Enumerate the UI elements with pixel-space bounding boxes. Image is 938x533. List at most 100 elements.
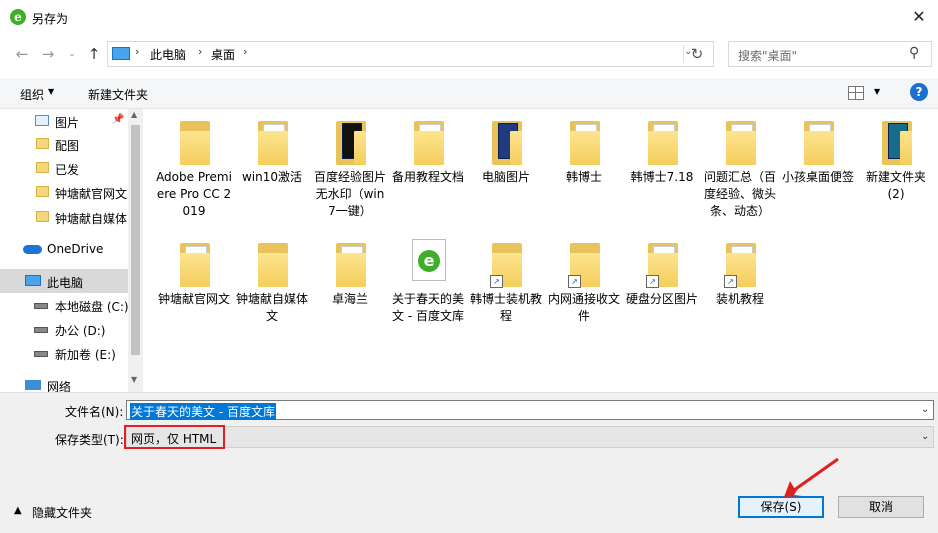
sidebar-item-label: 钟塘献自媒体 — [55, 212, 128, 226]
breadcrumb-this-pc[interactable]: 此电脑 — [150, 46, 186, 63]
sidebar-item-label: 办公 (D:) — [55, 324, 106, 338]
caret-up-icon[interactable]: ▲ — [14, 505, 22, 516]
computer-icon — [25, 275, 41, 286]
scroll-up-icon[interactable]: ▲ — [131, 110, 137, 119]
sidebar-item-onedrive[interactable]: OneDrive — [0, 238, 128, 260]
file-item[interactable]: 问题汇总（百度经验、微头条、动态） — [702, 109, 778, 237]
sidebar-item-drive-d[interactable]: 办公 (D:) — [0, 318, 128, 340]
file-item[interactable]: 韩博士 — [546, 109, 622, 237]
file-name: 备用教程文档 — [391, 170, 464, 184]
file-name: 内网通接收文件 — [547, 292, 620, 323]
recent-dropdown-icon[interactable]: ⌄ — [62, 44, 82, 64]
folder-icon — [414, 121, 444, 165]
sidebar-item-guanwang[interactable]: 钟塘献官网文 — [0, 181, 128, 203]
chevron-right-icon[interactable]: › — [243, 45, 247, 58]
file-name: 装机教程 — [715, 292, 764, 306]
breadcrumb-desktop[interactable]: 桌面 — [211, 46, 235, 63]
file-item[interactable]: e 关于春天的美文 - 百度文库 — [390, 231, 466, 341]
file-item[interactable]: win10激活 — [234, 109, 310, 237]
chevron-down-icon[interactable]: ⌄ — [921, 404, 929, 415]
address-bar[interactable]: › 此电脑 › 桌面 › ⌄ — [107, 41, 714, 67]
file-item[interactable]: ↗ 内网通接收文件 — [546, 231, 622, 341]
file-item[interactable]: 韩博士7.18 — [624, 109, 700, 237]
folder-dark-icon — [336, 121, 366, 165]
file-item[interactable]: 小孩桌面便签 — [780, 109, 856, 237]
caret-down-icon[interactable]: ▼ — [874, 87, 880, 96]
file-item[interactable]: 电脑图片 — [468, 109, 544, 237]
pin-icon[interactable]: 📌 — [112, 114, 124, 125]
file-item[interactable]: 百度经验图片无水印（win7一键） — [312, 109, 388, 237]
computer-icon — [112, 47, 130, 60]
file-name: 韩博士装机教程 — [469, 292, 542, 323]
filename-input[interactable]: 关于春天的美文 - 百度文库 ⌄ — [126, 400, 934, 420]
view-options-icon[interactable] — [848, 86, 864, 100]
sidebar-item-label: 已发 — [55, 163, 80, 177]
search-icon: ⚲ — [909, 45, 920, 61]
search-input[interactable]: 搜索"桌面" ⚲ — [728, 41, 932, 67]
sidebar-item-zimeiti[interactable]: 钟塘献自媒体 — [0, 206, 128, 228]
sidebar-item-yifa[interactable]: 已发 — [0, 157, 128, 179]
caret-down-icon[interactable]: ▼ — [48, 87, 54, 96]
close-button[interactable]: ✕ — [904, 4, 934, 30]
file-item[interactable]: ↗ 装机教程 — [702, 231, 778, 341]
sidebar-item-label: 网络 — [47, 380, 72, 392]
file-item[interactable]: ↗ 硬盘分区图片 — [624, 231, 700, 341]
file-item[interactable]: ↗ 韩博士装机教程 — [468, 231, 544, 341]
sidebar-item-network[interactable]: 网络 — [0, 374, 128, 392]
file-name: win10激活 — [241, 170, 303, 184]
sidebar-item-this-pc[interactable]: 此电脑 — [0, 269, 128, 293]
filename-value[interactable]: 关于春天的美文 - 百度文库 — [130, 403, 276, 420]
file-item[interactable]: 备用教程文档 — [390, 109, 466, 237]
folder-icon — [36, 162, 49, 173]
cancel-button[interactable]: 取消 — [838, 496, 924, 518]
sidebar-item-label: 钟塘献官网文 — [55, 187, 128, 201]
file-name: 电脑图片 — [481, 170, 530, 184]
shortcut-arrow-icon: ↗ — [724, 275, 737, 288]
chevron-right-icon[interactable]: › — [198, 45, 202, 58]
sidebar-item-pictures[interactable]: 图片 📌 — [0, 110, 128, 132]
file-name: 钟塘献自媒体文 — [235, 292, 308, 323]
file-item[interactable]: 钟塘献官网文 — [156, 231, 232, 341]
organize-button[interactable]: 组织 — [20, 86, 44, 103]
file-item[interactable]: 卓海兰 — [312, 231, 388, 341]
folder-icon — [36, 138, 49, 149]
scroll-down-icon[interactable]: ▼ — [131, 375, 137, 384]
hide-folders-toggle[interactable]: 隐藏文件夹 — [32, 504, 92, 521]
file-item[interactable]: Adobe Premiere Pro CC 2019 — [156, 109, 232, 237]
forward-icon[interactable]: → — [38, 44, 58, 64]
file-item[interactable]: 钟塘献自媒体文 — [234, 231, 310, 341]
help-icon[interactable]: ? — [910, 83, 928, 101]
file-name: Adobe Premiere Pro CC 2019 — [156, 170, 232, 218]
folder-icon — [180, 243, 210, 287]
folder-icon — [648, 121, 678, 165]
chevron-down-icon[interactable]: ⌄ — [921, 431, 929, 442]
back-icon[interactable]: ← — [12, 44, 32, 64]
chevron-right-icon[interactable]: › — [135, 45, 139, 58]
window-title: 另存为 — [32, 12, 69, 26]
annotation-highlight-box — [124, 425, 225, 449]
file-list-scrollbar[interactable] — [925, 109, 938, 392]
folder-dark-icon — [492, 121, 522, 165]
filetype-select[interactable]: 网页，仅 HTML ⌄ — [126, 426, 934, 448]
title-bar: e 另存为 ✕ — [0, 0, 938, 34]
sidebar-scroll-thumb[interactable] — [131, 125, 140, 355]
onedrive-icon — [23, 245, 42, 254]
file-item[interactable]: 新建文件夹 (2) — [858, 109, 934, 237]
folder-icon — [258, 121, 288, 165]
file-name: 韩博士 — [565, 170, 602, 184]
new-folder-button[interactable]: 新建文件夹 — [88, 86, 148, 103]
up-icon[interactable]: ↑ — [84, 44, 104, 64]
shortcut-arrow-icon: ↗ — [568, 275, 581, 288]
drive-icon — [34, 327, 48, 333]
refresh-icon[interactable]: ↻ — [683, 45, 710, 63]
folder-icon — [36, 186, 49, 197]
sidebar-item-drive-c[interactable]: 本地磁盘 (C:) — [0, 294, 129, 316]
folder-icon — [180, 121, 210, 165]
file-name: 钟塘献官网文 — [157, 292, 230, 306]
toolbar: 组织 ▼ 新建文件夹 ▼ ? — [0, 78, 938, 109]
sidebar-item-label: 本地磁盘 (C:) — [55, 300, 129, 314]
annotation-arrow-icon — [784, 457, 839, 497]
sidebar-item-drive-e[interactable]: 新加卷 (E:) — [0, 342, 128, 364]
sidebar-item-peitu[interactable]: 配图 — [0, 133, 128, 155]
pictures-folder-icon — [35, 115, 49, 126]
